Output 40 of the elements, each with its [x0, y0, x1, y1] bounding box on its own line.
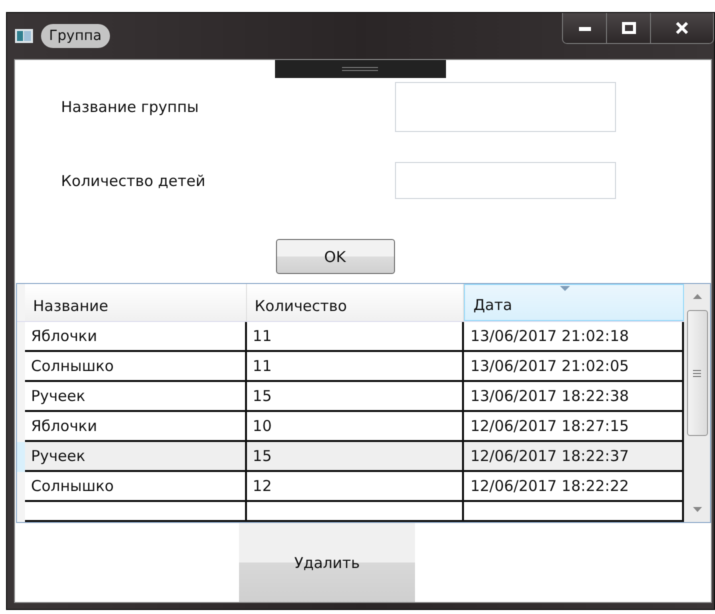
text-field[interactable]	[395, 82, 616, 132]
delete-button[interactable]: Удалить	[239, 523, 415, 602]
table-row[interactable]: Солнышко 11 13/06/2017 21:02:05	[17, 352, 684, 382]
table-cell: Яблочки	[25, 322, 247, 352]
ok-button[interactable]: OK	[276, 239, 394, 274]
close-icon	[675, 22, 689, 34]
field-label: Название группы	[60, 98, 200, 116]
column-header[interactable]: Количество	[246, 284, 464, 321]
table-cell: 11	[246, 352, 464, 382]
table-cell: 11	[246, 322, 464, 352]
table-cell: Ручеек	[25, 382, 247, 412]
window-icon	[15, 29, 33, 43]
table-cell: Солнышко	[25, 472, 247, 502]
sort-icon	[560, 286, 570, 291]
vertical-scrollbar[interactable]	[684, 284, 710, 522]
maximize-button[interactable]	[607, 13, 651, 43]
table-row[interactable]: Яблочки 11 13/06/2017 21:02:18	[17, 322, 684, 352]
empty-cell[interactable]	[464, 502, 684, 522]
scroll-up-icon[interactable]	[692, 294, 702, 299]
scroll-down-icon[interactable]	[692, 507, 702, 512]
drag-handle[interactable]	[274, 60, 446, 78]
window-title: Группа	[41, 24, 110, 48]
field-label: Количество детей	[60, 172, 206, 190]
table-row[interactable]: Ручеек 15 12/06/2017 18:22:37	[17, 442, 684, 472]
column-header[interactable]: Название	[25, 284, 247, 321]
table-row[interactable]: Ручеек 15 13/06/2017 18:22:38	[17, 382, 684, 412]
text-field[interactable]	[395, 162, 616, 199]
table-row[interactable]: Солнышко 12 12/06/2017 18:22:22	[17, 472, 684, 502]
table-cell: Ручеек	[25, 442, 247, 472]
column-header[interactable]: Дата	[464, 284, 684, 321]
table-cell: 15	[246, 382, 464, 412]
minimize-button[interactable]	[563, 13, 607, 43]
minimize-icon	[578, 25, 592, 31]
scroll-thumb[interactable]	[686, 310, 708, 436]
table-cell: 12/06/2017 18:22:37	[464, 442, 684, 472]
maximize-icon	[622, 22, 636, 34]
table-cell: 12	[246, 472, 464, 502]
close-button[interactable]	[651, 13, 713, 43]
table-cell: 15	[246, 442, 464, 472]
table-cell: Солнышко	[25, 352, 247, 382]
